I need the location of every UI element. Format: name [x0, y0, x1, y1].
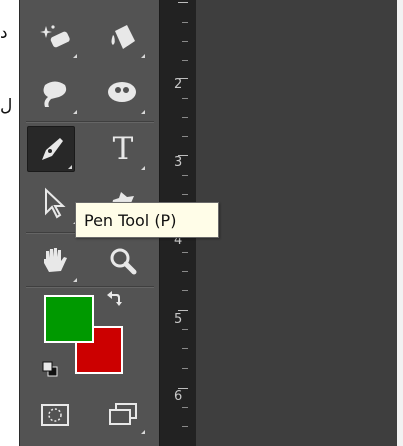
type-icon: T: [112, 130, 134, 167]
pen-tool-tooltip: Pen Tool (P): [75, 202, 219, 238]
clipped-text-1: د: [0, 23, 8, 43]
quick-selection-tool[interactable]: [99, 70, 147, 116]
arrow-cursor-icon: [45, 187, 66, 219]
lasso-icon: [43, 81, 67, 107]
clipped-text-2: ل: [0, 96, 13, 116]
window-edge: [397, 0, 403, 446]
zoom-tool[interactable]: [99, 238, 147, 284]
screen-mode-tool[interactable]: [99, 394, 147, 436]
quick-selection-icon: [108, 82, 136, 102]
spot-healing-brush-tool[interactable]: [31, 14, 79, 60]
type-tool[interactable]: T: [99, 126, 147, 172]
screen-mode-icon: [109, 403, 137, 425]
direct-selection-tool[interactable]: [31, 180, 79, 226]
ruler-label: 6: [174, 389, 183, 404]
lasso-tool[interactable]: [31, 70, 79, 116]
ruler-label: 5: [174, 312, 183, 327]
paint-bucket-tool[interactable]: [99, 14, 147, 60]
paint-bucket-icon: [111, 25, 135, 49]
magnifier-icon: [110, 248, 137, 275]
hand-tool[interactable]: [31, 238, 79, 284]
quick-mask-tool[interactable]: [31, 394, 79, 436]
ruler-label: 2: [174, 77, 183, 92]
default-colors-icon[interactable]: [41, 360, 59, 382]
hand-icon: [44, 248, 67, 272]
bandage-sparkle-icon: [40, 25, 70, 48]
pen-icon: [42, 138, 63, 160]
ruler-label: 3: [174, 155, 183, 170]
tool-separator: [26, 286, 154, 288]
canvas-area[interactable]: [196, 0, 397, 446]
pen-tool[interactable]: [27, 126, 75, 172]
tool-separator: [26, 121, 154, 123]
quick-mask-icon: [41, 404, 69, 426]
swap-colors-icon[interactable]: [104, 289, 124, 313]
foreground-color-swatch[interactable]: [44, 295, 94, 343]
